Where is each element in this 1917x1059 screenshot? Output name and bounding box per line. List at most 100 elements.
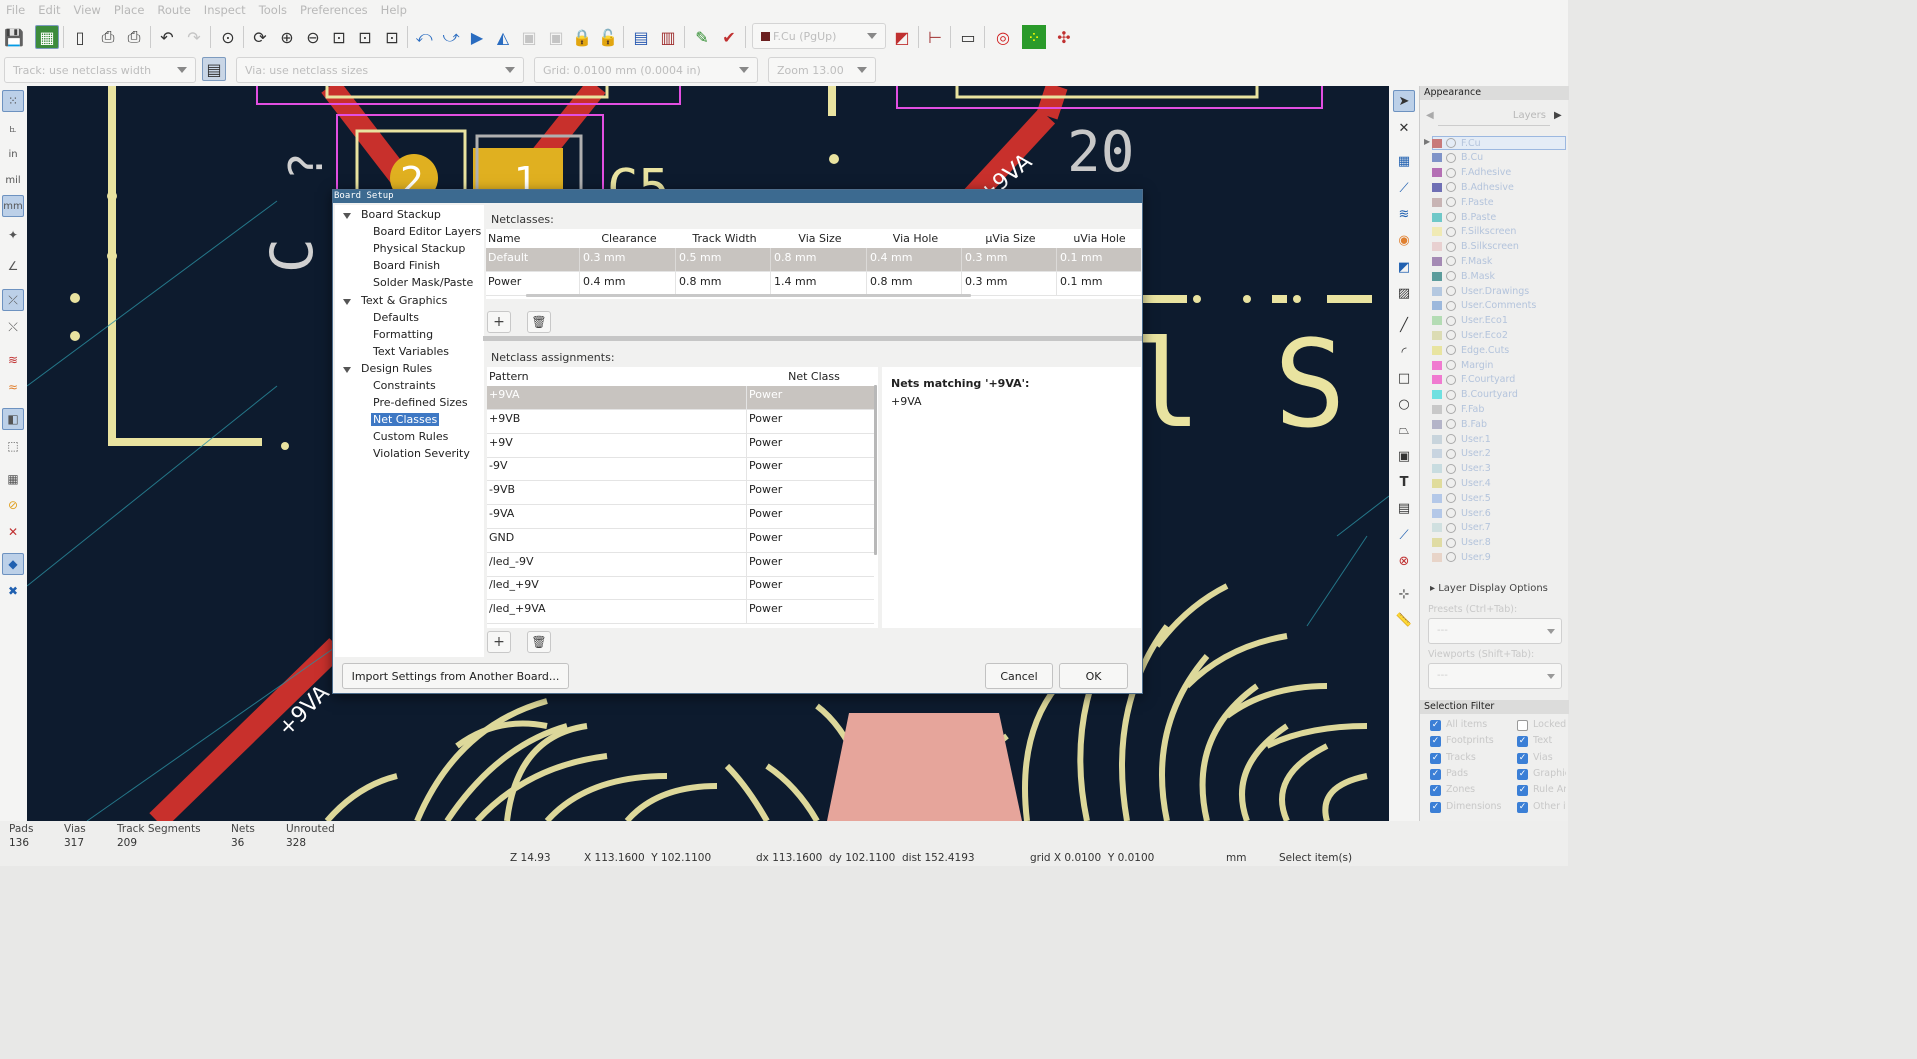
netclass-cell[interactable]: 0.1 mm — [1060, 275, 1102, 288]
layer-row[interactable]: F.Cu — [1432, 136, 1562, 150]
menu-item-preferences[interactable]: Preferences — [294, 3, 375, 17]
menu-item-file[interactable]: File — [0, 3, 32, 17]
netclass-cell[interactable]: 0.8 mm — [870, 275, 912, 288]
layer-row[interactable]: User.2 — [1432, 447, 1562, 461]
layer-row[interactable]: B.Courtyard — [1432, 388, 1562, 402]
drc-icon[interactable]: ✔ — [717, 25, 741, 49]
menu-item-edit[interactable]: Edit — [32, 3, 67, 17]
assignment-netclass[interactable]: Power — [749, 412, 782, 425]
grid-select[interactable]: Grid: 0.0100 mm (0.0004 in) — [534, 57, 758, 83]
layer-color-swatch[interactable] — [1432, 478, 1442, 488]
tree-item-text-graphics[interactable]: Text & Graphics — [359, 294, 449, 307]
layer-row[interactable]: User.9 — [1432, 550, 1562, 564]
zones-icon[interactable]: ⁘ — [1022, 25, 1046, 49]
filter-checkbox[interactable]: ✓ — [1430, 801, 1441, 813]
board-setup-icon[interactable]: ▦ — [35, 25, 59, 49]
layer-pair-icon[interactable]: ◩ — [890, 25, 914, 49]
layer-color-swatch[interactable] — [1432, 330, 1442, 340]
grid-toggle-icon[interactable]: ⁙ — [2, 90, 24, 112]
tree-item-solder-mask-paste[interactable]: Solder Mask/Paste — [371, 276, 475, 289]
layer-row[interactable]: User.Eco2 — [1432, 328, 1562, 342]
assignment-pattern[interactable]: -9VB — [489, 483, 515, 496]
layer-row[interactable]: User.7 — [1432, 521, 1562, 535]
zoom-out-icon[interactable]: ⊖ — [301, 25, 325, 49]
properties-icon[interactable]: ✖ — [2, 580, 24, 602]
tree-item-pre-defined-sizes[interactable]: Pre-defined Sizes — [371, 396, 470, 409]
assignment-pattern[interactable]: /led_+9V — [489, 578, 539, 591]
menu-item-tools[interactable]: Tools — [253, 3, 294, 17]
eye-icon[interactable] — [1446, 300, 1456, 311]
layer-color-swatch[interactable] — [1432, 212, 1442, 222]
tabs-left-arrow-icon[interactable]: ◀ — [1426, 110, 1434, 121]
tree-item-design-rules[interactable]: Design Rules — [359, 362, 434, 375]
draw-rectangle-icon[interactable]: □ — [1393, 367, 1415, 389]
tree-item-defaults[interactable]: Defaults — [371, 311, 421, 324]
zoom-selection-icon[interactable]: ⊡ — [380, 25, 404, 49]
zoom-select[interactable]: Zoom 13.00 — [768, 57, 876, 83]
tree-expand-icon[interactable] — [343, 213, 351, 219]
eye-icon[interactable] — [1446, 152, 1456, 163]
layer-color-swatch[interactable] — [1432, 404, 1442, 414]
assignment-pattern[interactable]: +9V — [489, 436, 513, 449]
layer-color-swatch[interactable] — [1432, 345, 1442, 355]
eye-icon[interactable] — [1446, 197, 1456, 208]
route-diff-pair-icon[interactable]: ≋ — [1393, 203, 1415, 225]
plot-icon[interactable]: ⎙ — [122, 25, 146, 49]
layer-color-swatch[interactable] — [1432, 271, 1442, 281]
flip-icon[interactable]: ▶ — [465, 25, 489, 49]
layer-color-swatch[interactable] — [1432, 242, 1442, 252]
assignment-row[interactable]: -9V Power — [487, 457, 874, 482]
unlock-icon[interactable]: 🔓 — [596, 25, 620, 49]
layer-row[interactable]: F.Paste — [1432, 195, 1562, 209]
netclass-column-header[interactable]: Track Width — [677, 232, 772, 245]
layer-color-swatch[interactable] — [1432, 301, 1442, 311]
assignment-row[interactable]: -9VA Power — [487, 505, 874, 529]
zoom-in-icon[interactable]: ⊕ — [275, 25, 299, 49]
cursor-icon[interactable]: ✦ — [2, 224, 24, 246]
filter-checkbox[interactable]: ✓ — [1430, 736, 1441, 748]
ungroup-icon[interactable]: ▣ — [544, 25, 568, 49]
add-netclass-button[interactable]: + — [487, 311, 511, 333]
netclasses-scrollbar[interactable] — [526, 294, 971, 297]
tree-item-board-stackup[interactable]: Board Stackup — [359, 208, 443, 221]
route-track-icon[interactable]: ⟋ — [1393, 177, 1415, 199]
layer-row[interactable]: F.Mask — [1432, 254, 1562, 268]
layer-row[interactable]: F.Adhesive — [1432, 166, 1562, 180]
filter-checkbox[interactable]: ✓ — [1430, 785, 1441, 797]
layer-color-swatch[interactable] — [1432, 375, 1442, 385]
eye-icon[interactable] — [1446, 330, 1456, 341]
layer-row[interactable]: User.6 — [1432, 506, 1562, 520]
add-via-icon[interactable]: ◉ — [1393, 229, 1415, 251]
presets-select[interactable]: --- — [1428, 618, 1562, 644]
netclass-column-header[interactable]: uVia Hole — [1058, 232, 1141, 245]
draw-arc-icon[interactable]: ◜ — [1393, 341, 1415, 363]
dimension-icon[interactable]: ⟋ — [1393, 524, 1415, 546]
netclass-cell[interactable]: 0.8 mm — [679, 275, 721, 288]
assignment-row[interactable]: +9V Power — [487, 433, 874, 458]
layer-color-swatch[interactable] — [1432, 419, 1442, 429]
eye-icon[interactable] — [1446, 360, 1456, 370]
tree-item-violation-severity[interactable]: Violation Severity — [371, 447, 472, 460]
eye-icon[interactable] — [1446, 212, 1456, 222]
add-zone-icon[interactable]: ◩ — [1393, 256, 1415, 278]
netclass-column-header[interactable]: Name — [488, 232, 583, 245]
via-size-select[interactable]: Via: use netclass sizes — [236, 57, 524, 83]
assignment-netclass[interactable]: Power — [749, 531, 782, 544]
eye-icon[interactable] — [1446, 537, 1456, 548]
filter-checkbox[interactable]: ✓ — [1517, 768, 1528, 780]
measure-icon[interactable]: 📏 — [1393, 609, 1415, 631]
menu-item-route[interactable]: Route — [151, 3, 197, 17]
layer-row[interactable]: B.Fab — [1432, 417, 1562, 431]
layer-display-options-toggle[interactable]: ▸ Layer Display Options — [1430, 583, 1548, 594]
assignment-netclass[interactable]: Power — [749, 578, 782, 591]
layer-color-swatch[interactable] — [1432, 360, 1442, 370]
eye-icon[interactable] — [1446, 419, 1456, 430]
netclass-cell[interactable]: Power — [488, 275, 521, 288]
layer-color-swatch[interactable] — [1432, 256, 1442, 266]
footprint-library-icon[interactable]: ▥ — [656, 25, 680, 49]
ok-button[interactable]: OK — [1059, 663, 1128, 689]
netlist-icon[interactable]: ▤ — [629, 25, 653, 49]
assignment-pattern[interactable]: GND — [489, 531, 514, 544]
assignments-scrollbar[interactable] — [874, 385, 877, 555]
layer-select[interactable]: F.Cu (PgUp) — [752, 23, 886, 49]
